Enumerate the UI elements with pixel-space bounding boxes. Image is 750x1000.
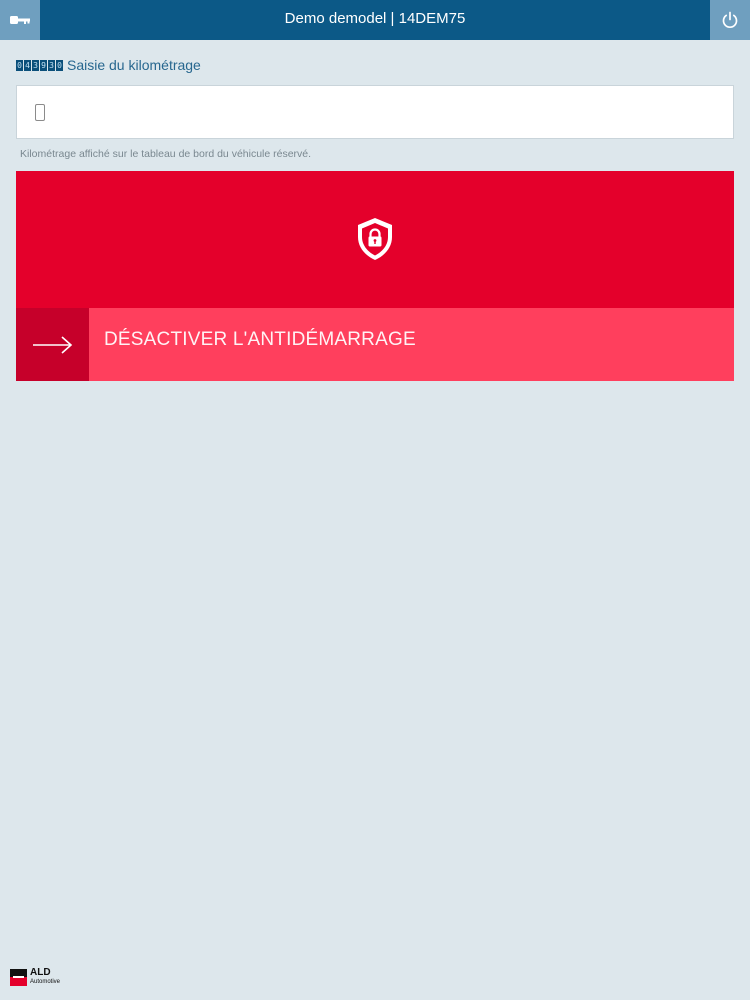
key-icon bbox=[10, 16, 30, 24]
brand-logo: ALD Automotive bbox=[10, 968, 60, 986]
mileage-field-container bbox=[16, 85, 734, 139]
odometer-digit: 0 bbox=[16, 59, 23, 71]
disable-immobilizer-button[interactable]: DÉSACTIVER L'ANTIDÉMARRAGE bbox=[16, 308, 734, 381]
top-bar: Demo demodel | 14DEM75 bbox=[0, 0, 750, 40]
arrow-right-icon bbox=[32, 335, 72, 354]
odometer-digit: 4 bbox=[24, 59, 31, 71]
vehicle-title: Demo demodel | 14DEM75 bbox=[284, 10, 466, 27]
brand-subtitle: Automotive bbox=[30, 979, 61, 985]
power-button[interactable] bbox=[710, 0, 750, 40]
immobilizer-panel bbox=[16, 171, 734, 308]
key-button[interactable] bbox=[0, 0, 40, 40]
odometer-digit: 3 bbox=[48, 59, 55, 71]
brand-logo-mark bbox=[10, 968, 27, 986]
odometer-digit: 0 bbox=[56, 59, 63, 71]
shield-lock-icon bbox=[358, 218, 392, 260]
brand-name: ALD bbox=[30, 967, 51, 978]
phone-icon bbox=[35, 104, 45, 121]
mileage-label: Saisie du kilométrage bbox=[67, 57, 201, 73]
mileage-input[interactable] bbox=[17, 86, 733, 138]
odometer-icon: 0 4 3 9 3 0 bbox=[16, 59, 63, 71]
arrow-box bbox=[16, 308, 89, 381]
mileage-hint: Kilométrage affiché sur le tableau de bo… bbox=[20, 148, 312, 160]
disable-immobilizer-label: DÉSACTIVER L'ANTIDÉMARRAGE bbox=[104, 329, 416, 350]
mileage-heading: 0 4 3 9 3 0 Saisie du kilométrage bbox=[16, 56, 201, 74]
power-icon bbox=[722, 11, 738, 29]
odometer-digit: 9 bbox=[40, 59, 47, 71]
odometer-digit: 3 bbox=[32, 59, 39, 71]
